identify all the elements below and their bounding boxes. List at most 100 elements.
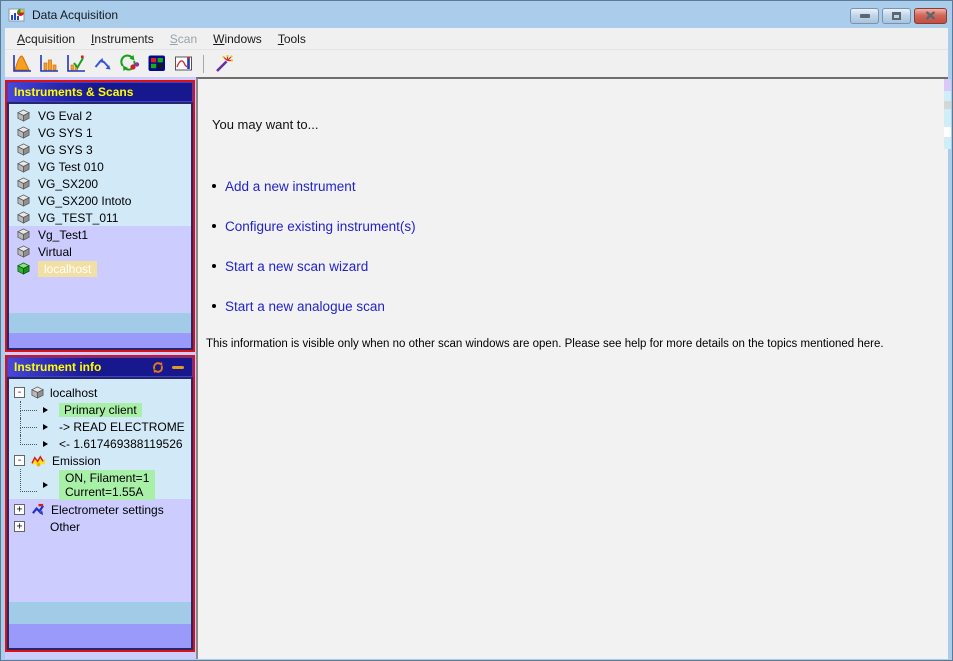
scrollbar[interactable] [944,79,951,149]
toolbar-button-sync-scan[interactable] [117,52,142,75]
instrument-info-panel: Instrument info - [5,355,195,652]
scrollbar-segment [944,101,951,109]
main-area: You may want to... Add a new instrument … [196,77,948,659]
instrument-item[interactable]: VG SYS 1 [9,124,191,141]
instrument-box-icon [17,109,30,122]
collapse-box[interactable]: - [14,387,25,398]
minimize-icon [860,14,870,18]
electrometer-icon [31,503,45,516]
instrument-box-icon [17,245,30,258]
info-note: This information is visible only when no… [206,338,938,350]
instrument-info-title: Instrument info [14,360,101,374]
link-start-analogue-scan[interactable]: Start a new analogue scan [225,299,385,314]
scrollbar-segment [944,109,951,127]
expand-box[interactable]: + [14,504,25,515]
toolbar-button-histogram[interactable] [36,52,61,75]
panel-footer-band-blue [9,602,191,624]
refresh-icon[interactable] [151,361,165,374]
instrument-box-icon [17,160,30,173]
toolbar-button-analogue-peak[interactable] [9,52,34,75]
instruments-panel-title: Instruments & Scans [14,85,133,99]
left-dock: Instruments & Scans VG Eval 2 VG SYS 1 [5,77,196,659]
toolbar-button-profile-trace[interactable] [171,52,196,75]
panel-footer-band-purple [9,333,191,348]
toolbar [5,50,948,77]
tree-node-electrometer-settings[interactable]: + Electrometer settings [9,501,191,518]
instrument-item[interactable]: VG Eval 2 [9,107,191,124]
tree-leaf-read-command[interactable]: -> READ ELECTROME [9,418,191,435]
tree-leaf-emission-status[interactable]: ON, Filament=1 Current=1.55A [9,469,191,501]
trend-arrows-icon [93,54,113,73]
bullet-icon [212,184,216,188]
instrument-item[interactable]: VG_SX200 [9,175,191,192]
bullet-icon [212,224,216,228]
sync-scan-icon [119,54,140,73]
toolbar-button-bar-verify[interactable] [63,52,88,75]
close-button[interactable] [914,8,947,24]
instrument-item[interactable]: VG Test 010 [9,158,191,175]
menu-bar: Acquisition Instruments Scan Windows Too… [5,28,948,50]
app-icon [8,7,26,23]
scrollbar-segment [944,137,951,149]
instrument-item[interactable]: VG SYS 3 [9,141,191,158]
tree-leaf-primary-client[interactable]: Primary client [9,401,191,418]
tree-node-emission[interactable]: - Emission [9,452,191,469]
close-icon [925,11,936,20]
instrument-box-icon-green [17,262,30,275]
menu-windows[interactable]: Windows [205,30,270,48]
bullet-icon [212,304,216,308]
minimize-button[interactable] [850,8,879,24]
instrument-list: VG Eval 2 VG SYS 1 VG SYS 3 VG Test [9,104,191,313]
instrument-item[interactable]: VG_SX200 Intoto [9,192,191,209]
toolbar-button-trend-arrows[interactable] [90,52,115,75]
instrument-box-icon [17,211,30,224]
instrument-info-content: - localhost Primary client -> READ ELECT… [7,377,193,650]
window-title: Data Acquisition [32,8,118,22]
scan-wizard-wand-icon [213,54,234,74]
emission-icon [31,454,46,467]
app-window: Data Acquisition Acquisition Instruments… [0,0,953,661]
link-row: Configure existing instrument(s) [212,218,938,234]
maximize-icon [892,12,901,20]
link-start-scan-wizard[interactable]: Start a new scan wizard [225,259,368,274]
menu-acquisition[interactable]: Acquisition [9,30,83,48]
panel-footer-band-blue [9,313,191,333]
tree-node-localhost[interactable]: - localhost [9,384,191,401]
toolbar-button-scan-wizard[interactable] [211,52,236,75]
quick-links: Add a new instrument Configure existing … [212,178,938,314]
instrument-item[interactable]: VG_TEST_011 [9,209,191,226]
instruments-panel-header: Instruments & Scans [7,82,193,102]
tree-leaf-read-value[interactable]: <- 1.617469388119526 [9,435,191,452]
arrow-icon [43,407,53,413]
arrow-icon [43,441,53,447]
menu-scan: Scan [162,30,205,48]
instrument-item-selected[interactable]: localhost [9,260,191,277]
instrument-box-icon [17,228,30,241]
instrument-item[interactable]: Virtual [9,243,191,260]
panel-minimize-icon[interactable] [172,366,184,369]
collapse-box[interactable]: - [14,455,25,466]
toolbar-separator [203,55,204,73]
expand-box[interactable]: + [14,521,25,532]
scrollbar-segment [944,79,951,91]
maximize-button[interactable] [882,8,911,24]
instrument-item[interactable]: Vg_Test1 [9,226,191,243]
histogram-icon [39,54,59,73]
instruments-panel-content: VG Eval 2 VG SYS 1 VG SYS 3 VG Test [7,102,193,350]
arrow-icon [43,424,53,430]
arrow-icon [43,482,53,488]
link-row: Start a new scan wizard [212,258,938,274]
window-body: Instruments & Scans VG Eval 2 VG SYS 1 [5,77,948,659]
title-bar: Data Acquisition [1,1,952,28]
instrument-info-header: Instrument info [7,357,193,377]
instrument-info-tree: - localhost Primary client -> READ ELECT… [9,379,191,602]
link-add-instrument[interactable]: Add a new instrument [225,179,356,194]
link-configure-instruments[interactable]: Configure existing instrument(s) [225,219,416,234]
toolbar-button-grid-windows[interactable] [144,52,169,75]
instrument-box-icon [17,194,30,207]
menu-instruments[interactable]: Instruments [83,30,162,48]
panel-footer-band-purple [9,624,191,648]
menu-tools[interactable]: Tools [270,30,314,48]
tree-node-other[interactable]: + Other [9,518,191,535]
link-row: Add a new instrument [212,178,938,194]
